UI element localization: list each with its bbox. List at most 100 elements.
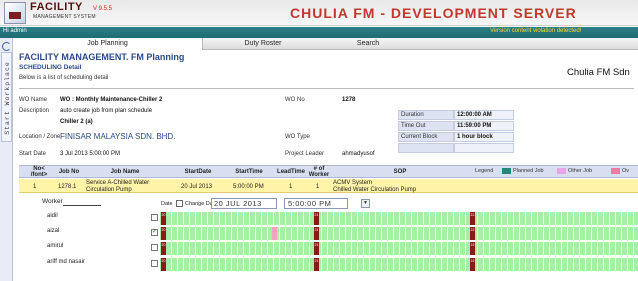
col-no: No< /font> xyxy=(30,166,48,178)
logo-subtitle: MANAGEMENT SYSTEM xyxy=(33,14,96,20)
start-date-label: Start Date xyxy=(19,151,47,157)
worker-header: Worker xyxy=(42,198,63,205)
start-workplace-tab[interactable]: Start Workplace xyxy=(1,52,12,142)
hour-marker: 22 xyxy=(470,242,475,255)
legend-label: Legend xyxy=(475,168,494,174)
col-start-date: StartDate xyxy=(184,169,212,175)
hour-marker: 20 xyxy=(161,227,166,240)
change-date-checkbox[interactable] xyxy=(176,200,183,207)
worker-row: ariff md nasair 20 21 22 xyxy=(19,257,638,272)
duration-label: Duration xyxy=(398,110,454,120)
worker-name: amirul xyxy=(47,243,64,249)
legend-overlap-label: Ov xyxy=(622,168,630,174)
worker-row: aidil 20 21 22 xyxy=(19,211,638,226)
col-start-time: StartTime xyxy=(235,169,263,175)
admin-bar: Hi admin Version content violation detec… xyxy=(0,27,638,38)
time-input[interactable]: 5:00:00 PM xyxy=(284,198,348,209)
current-block-label: Current Block xyxy=(398,132,454,142)
violation-warning: Version content violation detected! xyxy=(490,28,582,34)
tab-bar: Job Planning Duty Roster Search xyxy=(13,38,638,50)
worker-row: amirul 20 21 22 xyxy=(19,241,638,256)
location-label: Location / Zone xyxy=(19,134,61,140)
time-out-label: Time Out xyxy=(398,121,454,131)
time-dropdown-button[interactable]: ▼ xyxy=(361,199,370,208)
worker-timeline[interactable] xyxy=(160,242,638,255)
cell-start-date: 20 Jul 2013 xyxy=(181,184,213,190)
hour-marker: 20 xyxy=(161,242,166,255)
version-label: V 9.5.5 xyxy=(93,6,113,12)
planned-slot xyxy=(272,227,277,240)
worker-name: aidil xyxy=(47,213,58,219)
legend-other-swatch xyxy=(557,168,566,174)
worker-timeline[interactable] xyxy=(160,258,638,271)
page-subtitle: SCHEDULING Detail xyxy=(19,64,82,71)
tab-duty-roster[interactable]: Duty Roster xyxy=(203,38,323,50)
cell-job-name: Service A-Chilled Water xyxy=(86,180,150,186)
company-name: Chulia FM Sdn xyxy=(567,67,630,78)
blank-cell xyxy=(398,143,454,153)
tab-job-planning[interactable]: Job Planning xyxy=(13,38,203,50)
col-job-name: Job Name xyxy=(110,169,140,175)
cell-sop: ACMV System xyxy=(333,180,373,186)
wo-name-value: WO : Monthly Maintenance-Chiller 2 xyxy=(60,97,163,103)
worker-checkbox[interactable] xyxy=(151,260,158,267)
project-leader-label: Project Leader xyxy=(285,151,325,157)
start-date-value: 3 Jul 2013 5:00:00 PM xyxy=(60,151,121,157)
start-workplace-label: Start Workplace xyxy=(4,61,11,135)
description-label: Description xyxy=(19,108,50,114)
worker-timeline[interactable] xyxy=(160,227,638,240)
cell-job-no: 1278.1 xyxy=(58,184,77,190)
current-block-value: 1 hour block xyxy=(454,132,514,142)
worker-name: aizal xyxy=(47,228,60,234)
hour-marker: 21 xyxy=(314,212,319,225)
wo-type-label: WO Type xyxy=(285,134,310,140)
col-lead-time: LeadTime xyxy=(277,169,305,175)
tab-search[interactable]: Search xyxy=(323,38,413,50)
col-sop: SOP xyxy=(393,169,407,175)
cell-sop-2: Chilled Water Circulation Pump xyxy=(333,187,417,193)
worker-name: ariff md nasair xyxy=(47,259,85,265)
worker-underline xyxy=(63,205,101,206)
logo-title: FACILITY xyxy=(30,1,83,13)
logo-icon xyxy=(4,2,26,24)
hour-marker: 20 xyxy=(161,212,166,225)
legend-other-label: Other Job xyxy=(568,168,593,174)
hour-marker: 21 xyxy=(314,227,319,240)
cell-no: 1 xyxy=(33,184,37,190)
wo-name-label: WO Name xyxy=(19,97,48,103)
project-leader-value: ahmadyusof xyxy=(342,151,375,157)
cell-job-name-2: Circulation Pump xyxy=(86,187,132,193)
cell-start-time: 5:00:00 PM xyxy=(233,184,264,190)
server-title: CHULIA FM - DEVELOPMENT SERVER xyxy=(290,5,577,21)
user-greeting: Hi admin xyxy=(3,28,27,34)
refresh-icon[interactable] xyxy=(2,42,11,51)
blank-cell xyxy=(454,143,514,153)
app-header: FACILITY MANAGEMENT SYSTEM V 9.5.5 CHULI… xyxy=(0,0,638,26)
worker-checkbox[interactable] xyxy=(151,214,158,221)
wo-no-label: WO No xyxy=(285,97,305,103)
worker-checkbox[interactable] xyxy=(151,244,158,251)
hour-marker: 20 xyxy=(161,258,166,271)
hour-marker: 22 xyxy=(470,212,475,225)
date-input[interactable]: 20 JUL 2013 xyxy=(211,198,277,209)
page-title: FACILITY MANAGEMENT. FM Planning xyxy=(19,52,185,62)
worker-row: aizal ✓ 20 21 22 xyxy=(19,226,638,241)
worker-checkbox[interactable]: ✓ xyxy=(151,229,158,236)
col-job-no: Job No xyxy=(58,169,80,175)
duration-value: 12:00:00 AM xyxy=(454,110,514,120)
location-value: FINISAR MALAYSIA SDN. BHD. xyxy=(60,132,176,141)
hour-marker: 22 xyxy=(470,227,475,240)
date-label: Date xyxy=(161,201,173,207)
legend-overlap-swatch xyxy=(611,168,620,174)
hour-marker: 21 xyxy=(314,258,319,271)
description-value: auto create job from plan schedule xyxy=(60,108,153,114)
description-value-2: Chiller 2 (a) xyxy=(60,119,93,125)
page-description: Below is a list of scheduling detail xyxy=(19,75,109,81)
legend-planned-swatch xyxy=(502,168,511,174)
col-num-worker: # of Worker xyxy=(308,166,330,178)
cell-num-worker: 1 xyxy=(316,184,320,190)
time-out-value: 11:59:00 PM xyxy=(454,121,514,131)
worker-timeline[interactable] xyxy=(160,212,638,225)
wo-no-value: 1278 xyxy=(342,97,356,103)
legend-planned-label: Planned Job xyxy=(513,168,544,174)
